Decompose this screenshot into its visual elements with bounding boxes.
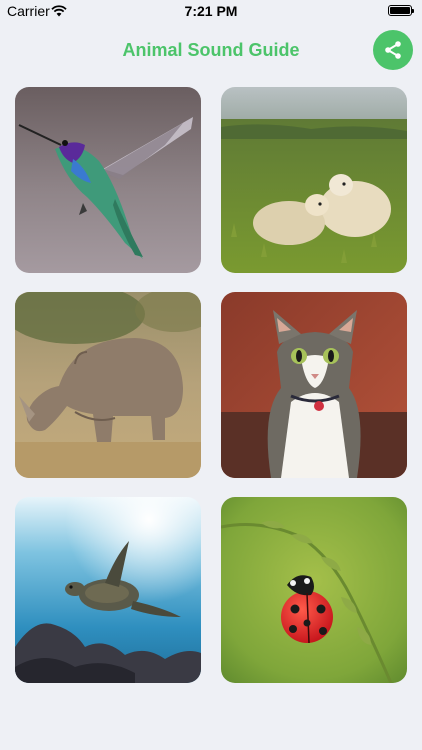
animal-tile-sheep[interactable] (221, 87, 407, 273)
animal-tile-cat[interactable] (221, 292, 407, 478)
battery-icon (388, 5, 414, 16)
page-title: Animal Sound Guide (122, 40, 300, 60)
animal-tile-sea-turtle[interactable] (15, 497, 201, 683)
share-button[interactable] (373, 30, 413, 70)
animal-tile-hummingbird[interactable] (15, 87, 201, 273)
cat-icon (221, 292, 407, 478)
hummingbird-icon (15, 87, 201, 273)
status-time: 7:21 PM (184, 3, 238, 19)
animal-tile-ladybug[interactable] (221, 497, 407, 683)
rhino-icon (15, 292, 201, 478)
turtle-icon (15, 497, 201, 683)
ladybug-icon (221, 497, 407, 683)
sheep-icon (221, 87, 407, 273)
animal-tile-rhino[interactable] (15, 292, 201, 478)
battery-level (390, 7, 410, 14)
status-bar: Carrier 7:21 PM (0, 0, 422, 22)
share-icon (385, 41, 401, 59)
